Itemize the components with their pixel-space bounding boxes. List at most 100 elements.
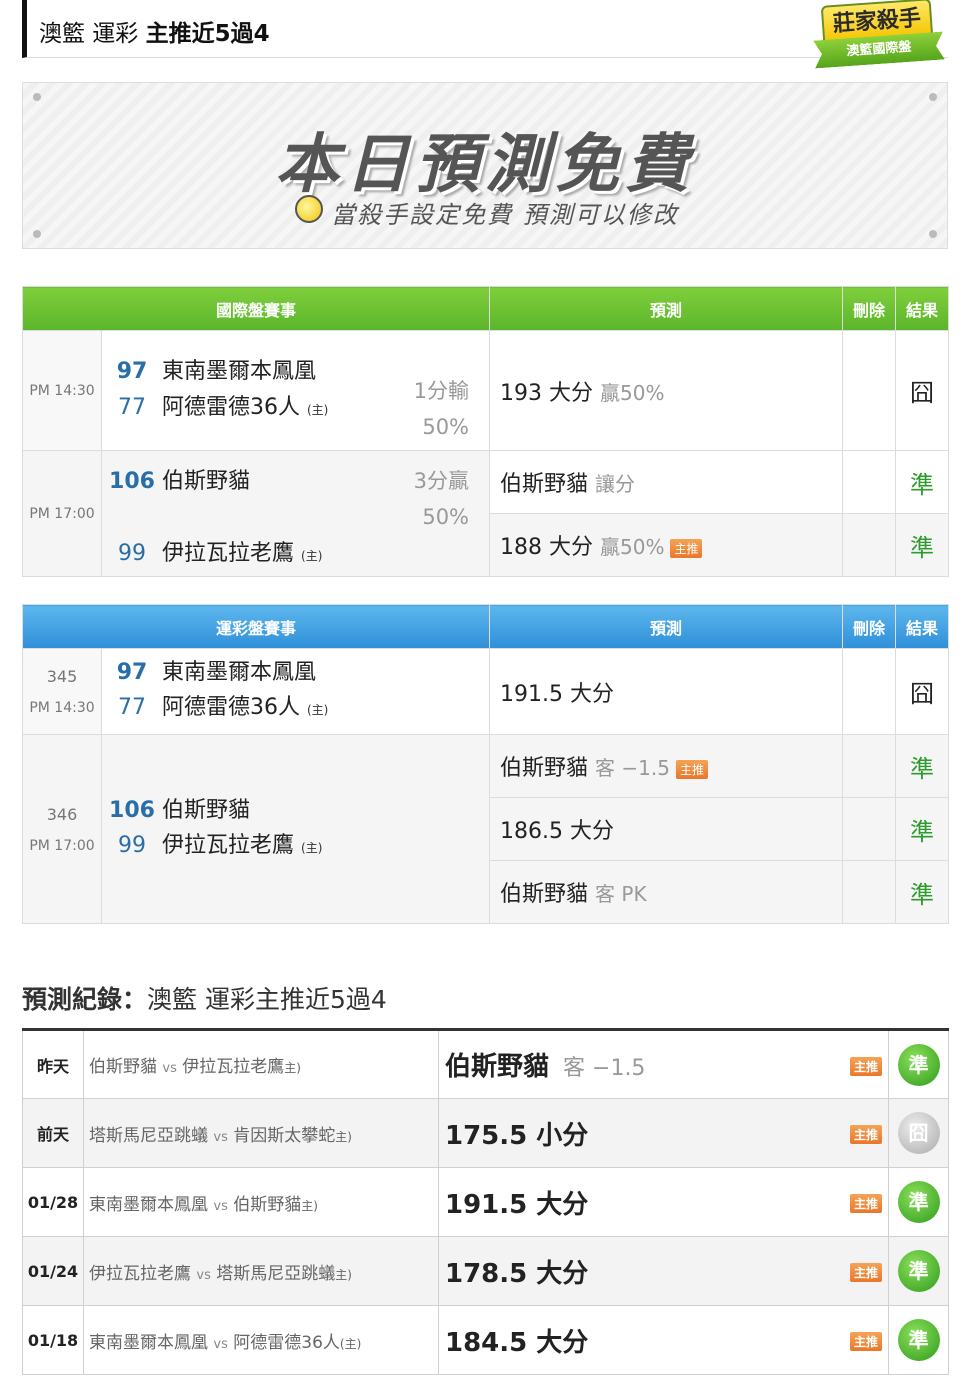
main-pick-tag: 主推 xyxy=(849,1263,882,1282)
record-home: 塔斯馬尼亞跳蟻 xyxy=(216,1263,336,1284)
record-match[interactable]: 東南墨爾本鳳凰 vs 伯斯野貓主) xyxy=(83,1167,439,1237)
prediction-note: 贏50% xyxy=(600,380,665,405)
home-team[interactable]: 伊拉瓦拉老鷹 xyxy=(162,833,294,858)
col-header-match: 運彩盤賽事 xyxy=(21,604,491,649)
delete-cell[interactable] xyxy=(842,734,897,798)
result-mark: 準 xyxy=(895,860,950,924)
record-row: 01/28 東南墨爾本鳳凰 vs 伯斯野貓主) 191.5 大分 主推 準 xyxy=(22,1167,949,1237)
record-title-subject: 澳籃 運彩主推近5過4 xyxy=(147,985,387,1014)
prediction-cell: 伯斯野貓 讓分 xyxy=(489,450,844,514)
prediction-cell: 188 大分 贏50% 主推 xyxy=(489,513,844,577)
away-team[interactable]: 東南墨爾本鳳凰 xyxy=(162,660,316,685)
away-score: 106 xyxy=(109,797,155,823)
record-home: 伊拉瓦拉老鷹 xyxy=(182,1057,285,1077)
vs-label: vs xyxy=(213,1198,228,1214)
page-title: 澳籃 運彩 主推近5過4 xyxy=(39,14,270,48)
game-row: 346 PM 17:00 106 伯斯野貓 99 伊拉瓦拉老鷹 (主) 伯斯野貓 客… xyxy=(22,734,950,924)
result-mark: 準 xyxy=(895,797,950,861)
home-marker: 主) xyxy=(335,1129,352,1144)
prediction-value: 186.5 大分 xyxy=(500,819,614,844)
col-header-predict: 預測 xyxy=(489,286,844,331)
prediction-cell: 伯斯野貓 客 PK xyxy=(489,860,844,924)
record-match[interactable]: 塔斯馬尼亞跳蟻 vs 肯因斯太攀蛇主) xyxy=(83,1098,439,1168)
delete-cell[interactable] xyxy=(842,513,897,577)
home-score: 99 xyxy=(118,541,146,566)
home-marker: (主) xyxy=(307,703,329,717)
prediction-value: 伯斯野貓 xyxy=(500,882,589,907)
win-icon: 準 xyxy=(897,1250,940,1292)
game-teams: 106 伯斯野貓 99 伊拉瓦拉老鷹 (主) xyxy=(100,734,491,924)
record-result: 囧 xyxy=(888,1098,949,1168)
record-date: 01/28 xyxy=(22,1167,84,1237)
away-score: 97 xyxy=(116,660,148,685)
home-score: 99 xyxy=(118,832,146,858)
col-header-delete: 刪除 xyxy=(842,286,897,331)
game-time: PM 17:00 xyxy=(22,450,102,577)
record-match[interactable]: 伊拉瓦拉老鷹 vs 塔斯馬尼亞跳蟻主) xyxy=(83,1236,439,1306)
delete-cell[interactable] xyxy=(842,797,897,861)
record-away: 東南墨爾本鳳凰 xyxy=(89,1194,208,1215)
record-result: 準 xyxy=(888,1167,949,1237)
delete-cell[interactable] xyxy=(842,860,897,924)
game-number: 345 xyxy=(46,667,78,686)
record-away: 伊拉瓦拉老鷹 xyxy=(89,1263,191,1284)
record-date: 昨天 xyxy=(22,1029,84,1099)
delete-cell[interactable] xyxy=(842,450,897,514)
prediction-cell: 伯斯野貓 客 −1.5 主推 xyxy=(489,734,844,798)
sport-prediction-table: 運彩盤賽事 預測 刪除 結果 345 PM 14:30 97 東南墨爾本鳳凰 77… xyxy=(21,604,950,924)
col-header-predict: 預測 xyxy=(489,604,844,649)
pick-value: 伯斯野貓 xyxy=(445,1052,550,1082)
record-away: 伯斯野貓 xyxy=(89,1057,157,1077)
result-mark: 準 xyxy=(895,734,950,798)
pin-icon xyxy=(33,93,41,101)
record-home: 肯因斯太攀蛇 xyxy=(233,1125,336,1146)
record-away: 塔斯馬尼亞跳蟻 xyxy=(89,1125,208,1146)
record-table: 昨天 伯斯野貓 vs 伊拉瓦拉老鷹主) 伯斯野貓客 −1.5 主推 準 前天 塔斯… xyxy=(22,1028,949,1375)
title-streak: 主推近5過4 xyxy=(145,21,270,47)
away-team[interactable]: 東南墨爾本鳳凰 xyxy=(162,359,316,384)
record-match[interactable]: 伯斯野貓 vs 伊拉瓦拉老鷹主) xyxy=(83,1029,439,1099)
pin-icon xyxy=(929,93,937,101)
away-score: 106 xyxy=(109,469,155,494)
prediction-value: 188 大分 xyxy=(500,535,594,560)
record-date: 前天 xyxy=(22,1098,84,1168)
result-mark: 準 xyxy=(895,450,950,514)
record-row: 01/24 伊拉瓦拉老鷹 vs 塔斯馬尼亞跳蟻主) 178.5 大分 主推 準 xyxy=(22,1236,949,1306)
home-marker: 主) xyxy=(335,1267,352,1282)
vs-label: vs xyxy=(213,1129,228,1145)
pin-icon xyxy=(929,230,937,238)
home-marker: (主) xyxy=(339,1336,362,1351)
record-match[interactable]: 東南墨爾本鳳凰 vs 阿德雷德36人(主) xyxy=(83,1305,439,1375)
away-team[interactable]: 伯斯野貓 xyxy=(162,798,250,823)
record-row: 昨天 伯斯野貓 vs 伊拉瓦拉老鷹主) 伯斯野貓客 −1.5 主推 準 xyxy=(22,1029,949,1099)
handicap-result: 3分贏 xyxy=(413,469,470,493)
home-marker: (主) xyxy=(301,840,323,855)
vs-label: vs xyxy=(196,1267,211,1283)
record-pick: 191.5 大分 主推 xyxy=(438,1167,889,1237)
win-icon: 準 xyxy=(897,1043,940,1086)
intl-prediction-table: 國際盤賽事 預測 刪除 結果 PM 14:30 97 東南墨爾本鳳凰 77 阿德雷德… xyxy=(21,286,950,577)
game-row: PM 17:00 106 伯斯野貓 99 伊拉瓦拉老鷹 (主) 3分贏 50% 伯斯… xyxy=(22,450,950,577)
banner-headline: 本日預測免費 xyxy=(275,128,695,202)
result-mark: 準 xyxy=(895,513,950,577)
banner-subline: 當殺手設定免費 預測可以修改 xyxy=(331,201,679,229)
home-team[interactable]: 阿德雷德36人 xyxy=(162,695,300,720)
game-row: PM 14:30 97 東南墨爾本鳳凰 77 阿德雷德36人 (主) 1分輸 50%… xyxy=(22,330,950,451)
prediction-cell: 191.5 大分 xyxy=(489,648,844,735)
col-header-delete: 刪除 xyxy=(842,604,897,649)
record-result: 準 xyxy=(888,1029,949,1099)
home-team[interactable]: 阿德雷德36人 xyxy=(162,395,300,420)
home-team[interactable]: 伊拉瓦拉老鷹 xyxy=(162,541,294,566)
game-row: 345 PM 14:30 97 東南墨爾本鳳凰 77 阿德雷德36人 (主) 191… xyxy=(22,648,950,735)
prediction-note: 讓分 xyxy=(595,472,636,496)
home-score: 77 xyxy=(118,695,146,720)
record-result: 準 xyxy=(888,1236,949,1306)
record-pick: 178.5 大分 主推 xyxy=(438,1236,889,1306)
delete-cell[interactable] xyxy=(842,648,897,735)
record-home: 伯斯野貓 xyxy=(233,1194,302,1215)
game-info: 345 PM 14:30 xyxy=(22,648,102,735)
delete-cell[interactable] xyxy=(842,330,897,451)
away-team[interactable]: 伯斯野貓 xyxy=(162,469,250,494)
vs-label: vs xyxy=(162,1061,177,1076)
prediction-value: 伯斯野貓 xyxy=(500,472,589,497)
